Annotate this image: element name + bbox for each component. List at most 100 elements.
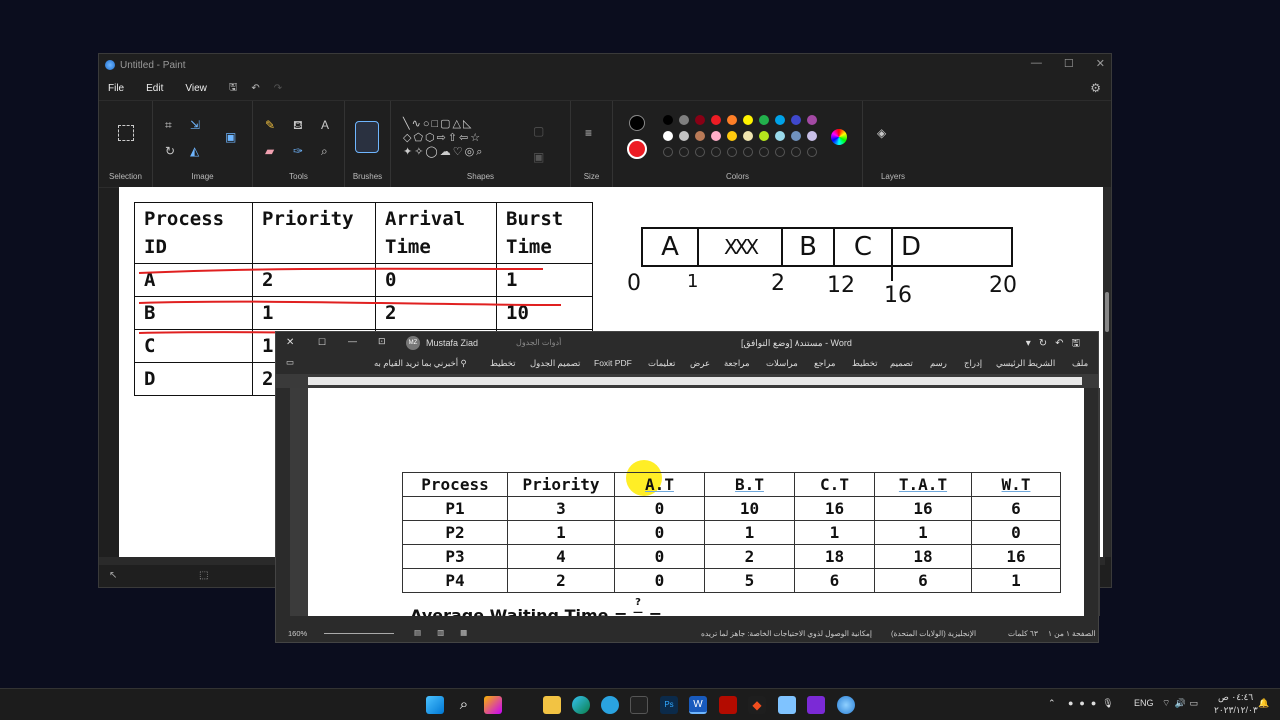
- tab-help[interactable]: تعليمات: [648, 358, 675, 369]
- cell[interactable]: 10: [704, 496, 795, 521]
- clock-date[interactable]: ٢٠٢٣/١٢/٠٣: [1214, 705, 1258, 716]
- canvas-vertical-scrollbar[interactable]: [1103, 187, 1111, 557]
- paint-icon[interactable]: [837, 696, 855, 714]
- tab-layout-main[interactable]: تخطيط: [852, 358, 877, 369]
- cell[interactable]: 2: [704, 544, 795, 569]
- tab-review[interactable]: مراجعة: [724, 358, 750, 369]
- color-swatch[interactable]: [807, 147, 817, 157]
- tab-design[interactable]: تصميم: [890, 358, 913, 369]
- cell[interactable]: 0: [614, 544, 705, 569]
- copilot-icon[interactable]: [484, 696, 502, 714]
- color-swatch[interactable]: [775, 115, 785, 125]
- shape-outline-icon[interactable]: ▢: [533, 125, 544, 137]
- capcut-icon[interactable]: [630, 696, 648, 714]
- cell[interactable]: 2: [507, 568, 615, 593]
- color-swatch[interactable]: [759, 131, 769, 141]
- minimize-icon[interactable]: —: [1031, 57, 1042, 70]
- color-swatch[interactable]: [711, 131, 721, 141]
- shape-fill-icon[interactable]: ▣: [533, 151, 544, 163]
- header-wt[interactable]: W.T: [971, 472, 1061, 497]
- color-swatch[interactable]: [791, 131, 801, 141]
- cell[interactable]: 6: [794, 568, 875, 593]
- tell-me-box[interactable]: أخبرني بما تريد القيام به ⚲: [374, 358, 467, 369]
- cell[interactable]: 5: [704, 568, 795, 593]
- photoshop-icon[interactable]: Ps: [660, 696, 678, 714]
- selection-rectangle-icon[interactable]: [118, 125, 134, 141]
- fill-icon[interactable]: ⛾: [293, 119, 303, 131]
- tab-mailings[interactable]: مراسلات: [766, 358, 798, 369]
- close-icon[interactable]: ✕: [1096, 57, 1105, 70]
- cell[interactable]: 6: [971, 496, 1061, 521]
- text-icon[interactable]: A: [321, 119, 329, 131]
- menu-view[interactable]: View: [185, 83, 207, 94]
- brush-icon[interactable]: [355, 121, 379, 153]
- figma-icon[interactable]: ◆: [748, 696, 766, 714]
- tab-foxit[interactable]: Foxit PDF: [594, 358, 632, 368]
- tab-references[interactable]: مراجع: [814, 358, 835, 369]
- tab-draw[interactable]: رسم: [930, 358, 947, 369]
- ribbon-display-icon[interactable]: ⊡: [378, 336, 386, 347]
- maximize-icon[interactable]: ☐: [318, 337, 326, 348]
- cell[interactable]: 4: [507, 544, 615, 569]
- edge-icon[interactable]: [572, 696, 590, 714]
- color-swatch[interactable]: [679, 147, 689, 157]
- color-swatch[interactable]: [743, 147, 753, 157]
- color-swatch[interactable]: [759, 115, 769, 125]
- minimize-icon[interactable]: —: [348, 336, 357, 346]
- notification-bell-icon[interactable]: 🔔: [1258, 698, 1269, 709]
- cell[interactable]: 16: [874, 496, 972, 521]
- color-swatch[interactable]: [759, 147, 769, 157]
- save-icon[interactable]: 🖫: [229, 80, 238, 97]
- word-vertical-scrollbar[interactable]: [1084, 388, 1098, 616]
- color-swatch[interactable]: [775, 147, 785, 157]
- word-icon[interactable]: W: [689, 696, 707, 714]
- color-swatch[interactable]: [695, 147, 705, 157]
- resize-icon[interactable]: ⇲: [190, 119, 200, 131]
- tray-app-icons[interactable]: ●●●🎙: [1068, 698, 1120, 709]
- cell[interactable]: 0: [614, 520, 705, 545]
- tab-table-design[interactable]: تصميم الجدول: [530, 358, 580, 369]
- page-count[interactable]: الصفحة ١ من ١: [1048, 629, 1096, 638]
- color-picker-icon[interactable]: ✑: [293, 145, 303, 157]
- accessibility-status[interactable]: إمكانية الوصول لذوي الاحتياجات الخاصة: ج…: [701, 629, 872, 638]
- pencil-icon[interactable]: ✎: [265, 119, 275, 131]
- tray-overflow-icon[interactable]: ⌃: [1048, 698, 1056, 709]
- tab-view[interactable]: عرض: [690, 358, 710, 369]
- shapes-gallery-icon[interactable]: ╲∿○□▢△◺ ◇⬠⬡⇨⇧⇦☆ ✦✧◯☁♡◎⌕: [403, 117, 484, 159]
- color-swatch[interactable]: [695, 115, 705, 125]
- magnifier-icon[interactable]: ⌕: [321, 145, 328, 157]
- image-select-icon[interactable]: ▣: [225, 131, 236, 143]
- cell[interactable]: 1: [507, 520, 615, 545]
- zoom-level[interactable]: 160%: [288, 629, 307, 638]
- average-waiting-time-line[interactable]: Average Waiting Time = ? — =: [410, 598, 662, 617]
- color-swatch[interactable]: [679, 131, 689, 141]
- telegram-icon[interactable]: [601, 696, 619, 714]
- edit-colors-icon[interactable]: [831, 129, 847, 145]
- color-swatch[interactable]: [663, 147, 673, 157]
- header-ct[interactable]: C.T: [794, 472, 875, 497]
- word-ruler[interactable]: [276, 374, 1098, 388]
- header-process[interactable]: Process: [402, 472, 508, 497]
- word-count[interactable]: ٦٣ كلمات: [1008, 629, 1038, 638]
- language-status[interactable]: الإنجليزية (الولايات المتحدة): [891, 629, 976, 638]
- notepad-icon[interactable]: [778, 696, 796, 714]
- menu-edit[interactable]: Edit: [146, 83, 163, 94]
- close-icon[interactable]: ✕: [286, 337, 294, 348]
- tab-insert[interactable]: إدراج: [964, 358, 982, 369]
- color-swatch[interactable]: [727, 131, 737, 141]
- cell[interactable]: 0: [971, 520, 1061, 545]
- cell[interactable]: 3: [507, 496, 615, 521]
- view-buttons-icon[interactable]: ▤▥▦: [414, 628, 483, 637]
- color-swatch[interactable]: [663, 131, 673, 141]
- secondary-color-swatch[interactable]: [627, 139, 647, 159]
- eraser-icon[interactable]: ▰: [265, 145, 274, 157]
- tab-file[interactable]: ملف: [1072, 358, 1088, 369]
- color-swatch[interactable]: [711, 147, 721, 157]
- color-swatch[interactable]: [775, 131, 785, 141]
- cell[interactable]: P3: [402, 544, 508, 569]
- color-swatch[interactable]: [743, 115, 753, 125]
- header-bt[interactable]: B.T: [704, 472, 795, 497]
- color-swatch[interactable]: [727, 147, 737, 157]
- header-tat[interactable]: T.A.T: [874, 472, 972, 497]
- color-swatch[interactable]: [695, 131, 705, 141]
